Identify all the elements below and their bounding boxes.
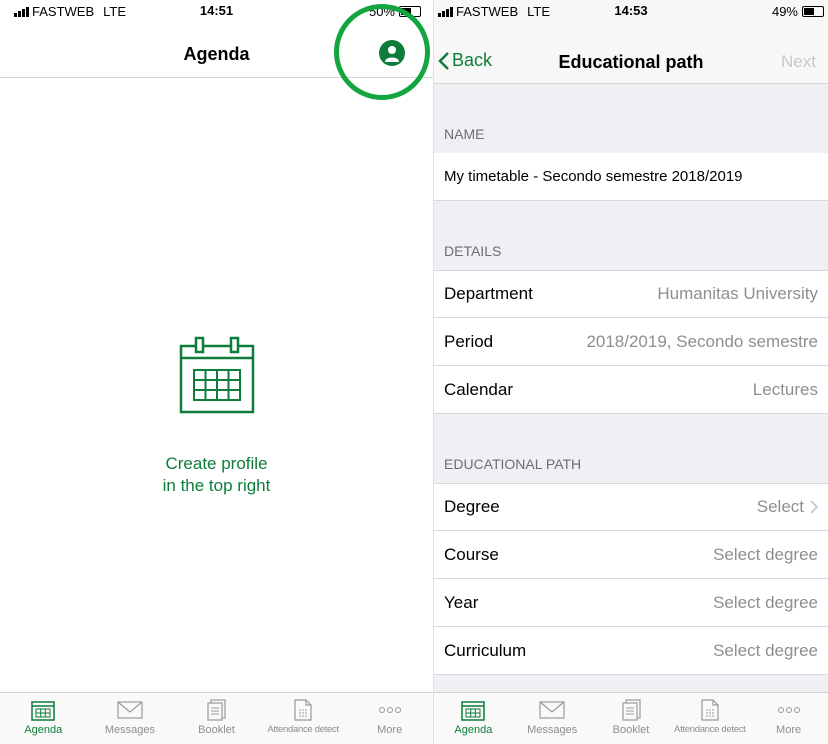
section-header-educational-path: EDUCATIONAL PATH	[444, 456, 582, 472]
status-bar: FASTWEB LTE 14:53 49%	[434, 0, 828, 20]
tab-label: Booklet	[198, 724, 235, 736]
empty-message: Create profile in the top right	[0, 453, 433, 497]
envelope-icon	[539, 701, 565, 719]
calendar-icon	[179, 336, 254, 414]
highlight-annotation	[334, 4, 430, 100]
row-year[interactable]: Year Select degree	[434, 579, 828, 627]
row-label: Curriculum	[444, 640, 527, 660]
row-label: Department	[444, 284, 533, 303]
tab-more[interactable]: More	[346, 693, 433, 744]
next-button[interactable]: Next	[781, 52, 816, 72]
battery-info: 49%	[772, 4, 824, 19]
section-header-name: NAME	[444, 126, 485, 142]
tab-agenda[interactable]: Agenda	[0, 693, 87, 744]
row-period: Period 2018/2019, Secondo semestre	[434, 318, 828, 366]
row-department: Department Humanitas University	[434, 270, 828, 318]
row-value: Select	[756, 497, 804, 516]
row-value: Select degree	[713, 544, 818, 564]
tab-label: More	[776, 724, 802, 736]
tab-booklet[interactable]: Booklet	[592, 693, 671, 744]
row-curriculum[interactable]: Curriculum Select degree	[434, 627, 828, 675]
row-value-wrap: Select	[757, 497, 818, 517]
row-label: Period	[444, 331, 494, 351]
document-icon	[294, 699, 312, 721]
battery-percent: 49%	[771, 4, 798, 19]
tab-booklet[interactable]: Booklet	[173, 693, 260, 744]
tab-attendance-detect[interactable]: Attendance detect	[260, 693, 347, 744]
empty-state: Create profile in the top right	[0, 336, 433, 497]
calendar-tab-icon	[461, 701, 486, 721]
tab-label: Messages	[527, 724, 578, 736]
tab-messages[interactable]: Messages	[87, 693, 174, 744]
row-course[interactable]: Course Select degree	[434, 531, 828, 579]
document-icon	[701, 699, 719, 721]
tab-attendance-detect[interactable]: Attendance detect	[670, 693, 749, 744]
tab-label: Attendance detect	[267, 724, 339, 735]
navbar: Back Educational path Next	[434, 20, 828, 84]
row-label: Course	[444, 544, 499, 564]
tab-label: Messages	[104, 724, 155, 736]
tab-label: More	[377, 724, 403, 736]
row-value: Select degree	[713, 640, 818, 660]
booklet-icon	[207, 699, 227, 721]
tab-bar: Agenda Messages Booklet Attendance detec…	[434, 692, 828, 744]
row-label: Degree	[444, 497, 500, 516]
row-value: Humanitas University	[657, 284, 818, 303]
tab-label: Agenda	[24, 724, 63, 736]
row-value: Lectures	[752, 379, 818, 399]
name-field[interactable]: My timetable - Secondo semestre 2018/201…	[434, 153, 828, 201]
row-value: 2018/2019, Secondo semestre	[586, 331, 818, 351]
agenda-screen: FASTWEB LTE 14:51 50% Agenda Create prof…	[0, 0, 434, 744]
tab-label: Attendance detect	[674, 724, 746, 735]
name-value: My timetable - Secondo semestre 2018/201…	[444, 168, 743, 185]
envelope-icon	[117, 701, 143, 719]
empty-message-line1: Create profile	[165, 454, 268, 473]
tab-label: Agenda	[454, 724, 493, 736]
row-label: Year	[444, 592, 479, 612]
page-title: Educational path	[558, 52, 704, 72]
row-calendar: Calendar Lectures	[434, 366, 828, 414]
tab-label: Booklet	[612, 724, 650, 736]
row-degree[interactable]: Degree Select	[434, 483, 828, 531]
tab-more[interactable]: More	[749, 693, 828, 744]
empty-message-line2: in the top right	[162, 476, 271, 495]
row-value: Select degree	[713, 592, 818, 612]
status-time: 14:53	[614, 3, 648, 18]
chevron-right-icon	[810, 500, 818, 514]
tab-bar: Agenda Messages Booklet Attendance detec…	[0, 692, 433, 744]
battery-icon	[802, 6, 824, 17]
educational-path-screen: FASTWEB LTE 14:53 49% Back Educational p…	[434, 0, 828, 744]
more-dots-icon	[777, 707, 800, 713]
booklet-icon	[622, 699, 641, 721]
more-dots-icon	[378, 707, 401, 713]
tab-agenda[interactable]: Agenda	[434, 693, 513, 744]
tab-messages[interactable]: Messages	[513, 693, 592, 744]
calendar-tab-icon	[31, 701, 56, 721]
row-label: Calendar	[444, 379, 513, 399]
screenshot-root: FASTWEB LTE 14:51 50% Agenda Create prof…	[0, 0, 828, 744]
section-header-details: DETAILS	[444, 243, 502, 259]
